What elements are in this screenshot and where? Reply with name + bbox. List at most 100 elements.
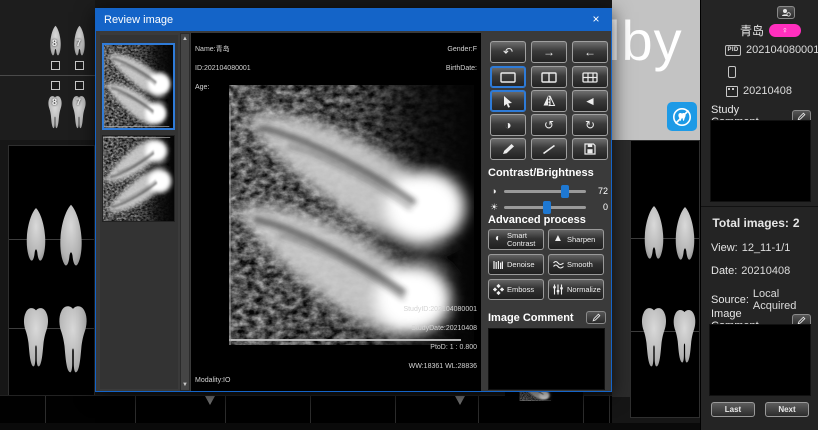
scroll-up-icon[interactable]: ▲ bbox=[181, 36, 189, 42]
dialog-titlebar[interactable]: Review image × bbox=[96, 9, 611, 31]
tooth-tip bbox=[205, 396, 215, 405]
arrow-right-button[interactable]: → bbox=[531, 41, 567, 63]
contrast-icon: ◑ bbox=[488, 186, 500, 196]
draw-pen-icon bbox=[502, 143, 515, 155]
dialog-title: Review image bbox=[104, 14, 173, 26]
advanced-process-title: Advanced process bbox=[488, 214, 586, 226]
review-image-dialog: Review image × ▲ ▼ Name:青岛 ID:2021040800… bbox=[95, 8, 612, 392]
left-tooth-panel bbox=[8, 145, 95, 397]
brightness-value: 0 bbox=[590, 202, 608, 212]
contrast-slider-handle[interactable] bbox=[561, 185, 569, 198]
tooth-icon[interactable] bbox=[21, 294, 51, 380]
overlay-patient-info: Name:青岛 ID:202104080001 Age: bbox=[195, 36, 251, 93]
dialog-image-comment-label: Image Comment bbox=[488, 312, 574, 324]
dual-view-icon bbox=[541, 72, 557, 83]
invert-button[interactable]: ◑ bbox=[490, 114, 526, 136]
tooth-icon[interactable] bbox=[671, 298, 698, 374]
smooth-button[interactable]: Smooth bbox=[548, 254, 604, 275]
smart-contrast-button[interactable]: ◐ Smart Contrast bbox=[488, 229, 544, 250]
date-label: Date: bbox=[711, 265, 737, 277]
dialog-image-comment-box[interactable] bbox=[488, 328, 605, 390]
contrast-brightness-title: Contrast/Brightness bbox=[488, 167, 594, 179]
normalize-icon bbox=[552, 284, 564, 295]
contrast-slider-row: ◑ 72 bbox=[488, 184, 608, 198]
tooth-icon[interactable] bbox=[641, 193, 667, 275]
pointer-icon bbox=[502, 95, 514, 108]
save-button[interactable] bbox=[572, 138, 608, 160]
denoise-icon bbox=[492, 260, 504, 270]
last-button[interactable]: Last bbox=[711, 402, 755, 417]
sharpen-button[interactable]: ▲ Sharpen bbox=[548, 229, 604, 250]
next-button[interactable]: Next bbox=[765, 402, 809, 417]
dialog-image-comment-edit-button[interactable] bbox=[586, 311, 606, 324]
tooth-checkbox[interactable] bbox=[75, 81, 84, 90]
measure-line-icon bbox=[542, 144, 556, 155]
chart-divider bbox=[0, 75, 95, 76]
gender-female-badge: ♀ bbox=[769, 24, 801, 37]
thumbnail-2[interactable] bbox=[102, 135, 175, 222]
tooth-icon[interactable] bbox=[23, 193, 49, 279]
tooth-icon[interactable] bbox=[56, 191, 86, 283]
tooth-icon[interactable] bbox=[56, 291, 90, 387]
total-images-label: Total images: bbox=[712, 216, 788, 230]
rotate-cw-button[interactable]: ↻ bbox=[572, 114, 608, 136]
arrow-left-icon: ← bbox=[584, 46, 596, 58]
pid-icon: PID bbox=[725, 45, 741, 56]
date-value: 20210408 bbox=[741, 265, 790, 277]
patient-edit-button[interactable] bbox=[777, 6, 795, 19]
study-comment-box[interactable] bbox=[710, 120, 811, 202]
date-row: Date: 20210408 bbox=[711, 265, 790, 277]
brightness-slider[interactable] bbox=[504, 206, 586, 209]
dialog-image-comment-row: Image Comment bbox=[488, 311, 606, 324]
view-label: View: bbox=[711, 242, 738, 254]
tooth-checkbox[interactable] bbox=[75, 61, 84, 70]
undo-button[interactable]: ↶ bbox=[490, 41, 526, 63]
measure-line-button[interactable] bbox=[531, 138, 567, 160]
overlay-modality: Modality:IO bbox=[195, 366, 230, 385]
patient-id-row: PID 202104080001 bbox=[725, 44, 818, 56]
single-view-icon bbox=[500, 72, 516, 83]
triangle-left-button[interactable]: ◄ bbox=[572, 90, 608, 112]
scroll-down-icon[interactable]: ▼ bbox=[181, 382, 189, 388]
tooth-checkbox[interactable] bbox=[51, 81, 60, 90]
calendar-icon bbox=[726, 86, 738, 97]
emboss-button[interactable]: Emboss bbox=[488, 279, 544, 300]
dual-view-button[interactable] bbox=[531, 66, 567, 88]
tooth-icon[interactable] bbox=[639, 296, 669, 378]
sidebar-image-comment-box[interactable] bbox=[709, 324, 811, 396]
source-label: Source: bbox=[711, 294, 749, 306]
arrow-right-icon: → bbox=[543, 46, 555, 58]
app-root: 8 7 8 7 lby bbox=[0, 0, 818, 430]
patient-sidebar: 青岛 ♀ PID 202104080001 20210408 Study Com… bbox=[700, 0, 818, 430]
arrow-left-button[interactable]: ← bbox=[572, 41, 608, 63]
normalize-button[interactable]: Normalize bbox=[548, 279, 604, 300]
contrast-slider[interactable] bbox=[504, 190, 586, 193]
single-view-button[interactable] bbox=[490, 66, 526, 88]
pointer-button[interactable] bbox=[490, 90, 526, 112]
sidebar-divider bbox=[701, 206, 818, 207]
background-xray-thumbnail[interactable] bbox=[505, 390, 583, 423]
brightness-icon: ☀ bbox=[488, 202, 500, 213]
right-tooth-panel bbox=[630, 140, 700, 418]
thumbnail-1[interactable] bbox=[102, 43, 175, 130]
draw-pen-button[interactable] bbox=[490, 138, 526, 160]
rotate-ccw-button[interactable]: ↺ bbox=[531, 114, 567, 136]
bottom-bar bbox=[0, 423, 700, 430]
brightness-slider-handle[interactable] bbox=[543, 201, 551, 214]
smart-contrast-icon: ◐ bbox=[492, 234, 504, 245]
save-icon bbox=[584, 143, 596, 155]
sharpen-icon: ▲ bbox=[552, 234, 564, 245]
thumbnail-scrollbar[interactable]: ▲ ▼ bbox=[180, 33, 190, 391]
grid-view-button[interactable] bbox=[572, 66, 608, 88]
no-tooth-icon[interactable] bbox=[667, 102, 697, 131]
main-image-area[interactable]: Name:青岛 ID:202104080001 Age: Gender:F Bi… bbox=[191, 33, 481, 391]
tooth-icon[interactable] bbox=[672, 195, 698, 275]
overlay-study-info: StudyID:202104080001 StudyDate:20210408 … bbox=[403, 296, 477, 372]
emboss-icon bbox=[492, 284, 504, 295]
tooth-checkbox[interactable] bbox=[51, 61, 60, 70]
denoise-button[interactable]: Denoise bbox=[488, 254, 544, 275]
total-images-row: Total images: 2 bbox=[701, 216, 811, 230]
close-icon[interactable]: × bbox=[589, 12, 603, 26]
patient-date-row: 20210408 bbox=[726, 85, 792, 97]
flip-horizontal-button[interactable] bbox=[531, 90, 567, 112]
